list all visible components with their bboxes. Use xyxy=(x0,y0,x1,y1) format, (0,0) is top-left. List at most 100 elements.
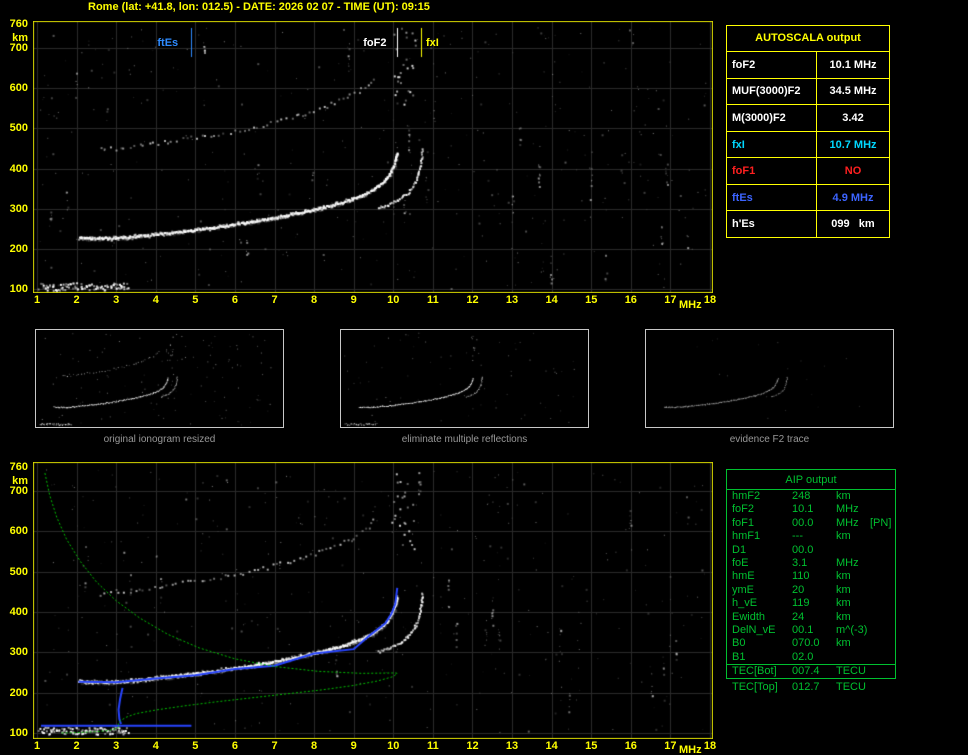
autoscala-row-label: M(3000)F2 xyxy=(727,105,817,131)
x-tick: 3 xyxy=(113,294,120,306)
aip-cell-note xyxy=(870,611,895,624)
autoscala-table: AUTOSCALA output foF2 10.1 MHz MUF(3000)F2… xyxy=(726,25,890,238)
aip-cell-name: ymE xyxy=(732,583,754,596)
thumbnail-caption: evidence F2 trace xyxy=(729,434,810,445)
x-tick: 5 xyxy=(192,740,199,752)
aip-cell-unit: km xyxy=(836,490,851,502)
aip-cell-unit: km xyxy=(836,570,851,583)
aip-cell-value: 070.0 xyxy=(792,637,820,650)
aip-cell-value: 02.0 xyxy=(792,650,814,663)
aip-cell-name: hmF1 xyxy=(732,530,761,543)
aip-cell-note xyxy=(870,570,895,583)
aip-cell-name: D1 xyxy=(732,543,747,556)
aip-cell-note xyxy=(870,665,895,678)
x-tick: 15 xyxy=(585,294,598,306)
aip-row: hmF2 248 km xyxy=(727,490,895,503)
aip-cell-name: DelN_vE xyxy=(732,623,776,636)
aip-cell-value: 00.0 xyxy=(792,516,814,529)
x-tick: 9 xyxy=(350,740,357,752)
x-tick: 12 xyxy=(466,740,479,752)
aip-row: B0 070.0 km xyxy=(727,637,895,650)
aip-row: foF1 00.0 MHz [PN] xyxy=(727,517,895,530)
autoscala-row-value: 34.5 MHz xyxy=(829,85,877,98)
x-tick: 16 xyxy=(624,294,637,306)
autoscala-row-value: 10.7 MHz xyxy=(829,138,877,151)
bottom-ionogram-canvas xyxy=(33,462,713,739)
axis-unit-mhz: MHz xyxy=(679,744,702,755)
x-tick: 2 xyxy=(73,294,80,306)
x-tick: 13 xyxy=(505,294,519,306)
x-tick: 3 xyxy=(113,740,120,752)
x-tick: 10 xyxy=(387,740,400,752)
aip-row: foE 3.1 MHz xyxy=(727,557,895,570)
axis-unit-mhz: MHz xyxy=(679,299,702,311)
autoscala-row-label: foF2 xyxy=(727,52,817,78)
aip-cell-name: B0 xyxy=(732,637,746,650)
autoscala-row-label: foF1 xyxy=(727,158,817,184)
aip-cell-unit: MHz xyxy=(836,503,859,516)
aip-row: hmF1 --- km xyxy=(727,530,895,543)
x-tick: 6 xyxy=(231,294,238,306)
x-tick: 4 xyxy=(152,740,159,752)
x-tick: 1 xyxy=(33,740,41,752)
y-tick: 400 xyxy=(9,606,28,619)
aip-cell-value: 119 xyxy=(792,597,810,610)
aip-cell-name: foF1 xyxy=(732,516,755,529)
aip-cell-note: [PN] xyxy=(870,516,892,529)
aip-cell-unit: MHz xyxy=(836,556,859,569)
thumbnail-caption: original ionogram resized xyxy=(103,434,216,445)
aip-cell-unit: m^(-3) xyxy=(836,623,868,636)
y-tick: 200 xyxy=(9,686,28,699)
marker-label-ftes: ftEs xyxy=(157,37,179,49)
autoscala-row-label: fxI xyxy=(727,131,817,158)
aip-cell-unit: km xyxy=(836,597,851,610)
autoscala-row: foF1 NO xyxy=(727,158,889,185)
aip-row: ymE 20 km xyxy=(727,584,895,597)
aip-cell-note xyxy=(870,584,895,597)
aip-cell-name: foF2 xyxy=(732,503,755,516)
marker-label-fof2: foF2 xyxy=(363,37,387,49)
aip-cell-name: TEC[Top] xyxy=(732,681,778,693)
x-tick: 7 xyxy=(271,294,278,306)
x-tick: 16 xyxy=(624,740,637,752)
aip-cell-value: 007.4 xyxy=(792,665,820,678)
x-tick: 9 xyxy=(350,294,357,306)
y-tick: 200 xyxy=(9,242,28,255)
thumbnail-evidence-f2 xyxy=(645,329,894,428)
aip-cell-note xyxy=(870,624,895,637)
aip-row: foF2 10.1 MHz xyxy=(727,503,895,516)
aip-cell-value: 20 xyxy=(792,583,805,596)
aip-cell-unit: km xyxy=(836,637,851,650)
thumbnail-caption: eliminate multiple reflections xyxy=(401,434,528,445)
aip-cell-unit: TECU xyxy=(836,681,866,693)
autoscala-row-label: ftEs xyxy=(727,184,817,211)
y-tick: 600 xyxy=(9,82,28,95)
aip-cell-note xyxy=(870,681,902,694)
x-tick: 15 xyxy=(585,740,598,752)
y-tick: 300 xyxy=(9,646,28,659)
aip-cell-value: 24 xyxy=(792,610,805,623)
autoscala-table-title: AUTOSCALA output xyxy=(727,26,889,52)
aip-table: AIP output hmF2 248 km foF2 10.1 MHz foF1 00.0 M… xyxy=(726,469,896,680)
aip-cell-unit: km xyxy=(836,610,851,623)
aip-cell-value: 00.0 xyxy=(792,543,814,556)
y-tick: 760 xyxy=(9,461,28,473)
aip-cell-value: 10.1 xyxy=(792,503,814,516)
aip-cell-unit xyxy=(836,544,870,557)
x-tick: 1 xyxy=(33,294,41,306)
y-tick: 500 xyxy=(9,122,28,135)
aip-cell-note xyxy=(870,597,895,610)
thumbnail-original-ionogram xyxy=(35,329,284,428)
autoscala-row-label: h'Es xyxy=(727,211,817,238)
x-tick: 10 xyxy=(387,294,400,306)
x-tick: 18 xyxy=(703,294,717,306)
aip-cell-unit xyxy=(836,651,870,664)
aip-cell-note xyxy=(870,503,895,516)
aip-cell-unit: TECU xyxy=(836,665,866,678)
aip-cell-value: 012.7 xyxy=(792,681,820,693)
x-tick: 2 xyxy=(73,740,80,752)
aip-cell-value: --- xyxy=(792,530,803,543)
autoscala-row-value: 4.9 MHz xyxy=(832,191,874,204)
aip-cell-note xyxy=(870,530,895,543)
aip-cell-note xyxy=(870,557,895,570)
